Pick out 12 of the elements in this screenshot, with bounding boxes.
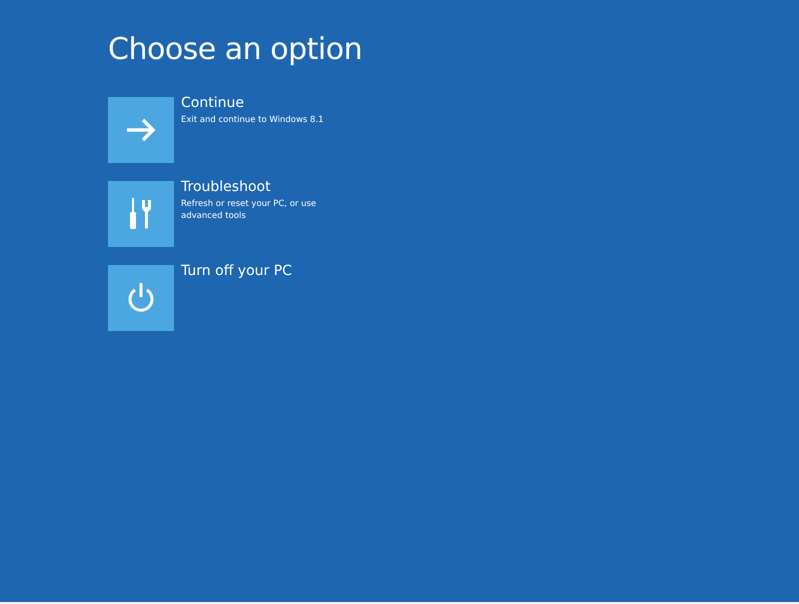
arrow-icon <box>125 118 157 142</box>
option-label[interactable]: Troubleshoot <box>181 179 341 195</box>
tools-icon <box>128 198 154 230</box>
page-title: Choose an option <box>108 31 364 69</box>
power-icon <box>126 282 156 314</box>
option-description: Refresh or reset your PC, or use advanced tools <box>181 198 318 222</box>
option-tile[interactable] <box>108 265 174 331</box>
option-tile[interactable] <box>108 181 174 247</box>
option-description: Exit and continue to Windows 8.1 <box>181 114 325 126</box>
option-label[interactable]: Turn off your PC <box>181 263 341 279</box>
option-label[interactable]: Continue <box>181 95 341 111</box>
option-tile[interactable] <box>108 97 174 163</box>
